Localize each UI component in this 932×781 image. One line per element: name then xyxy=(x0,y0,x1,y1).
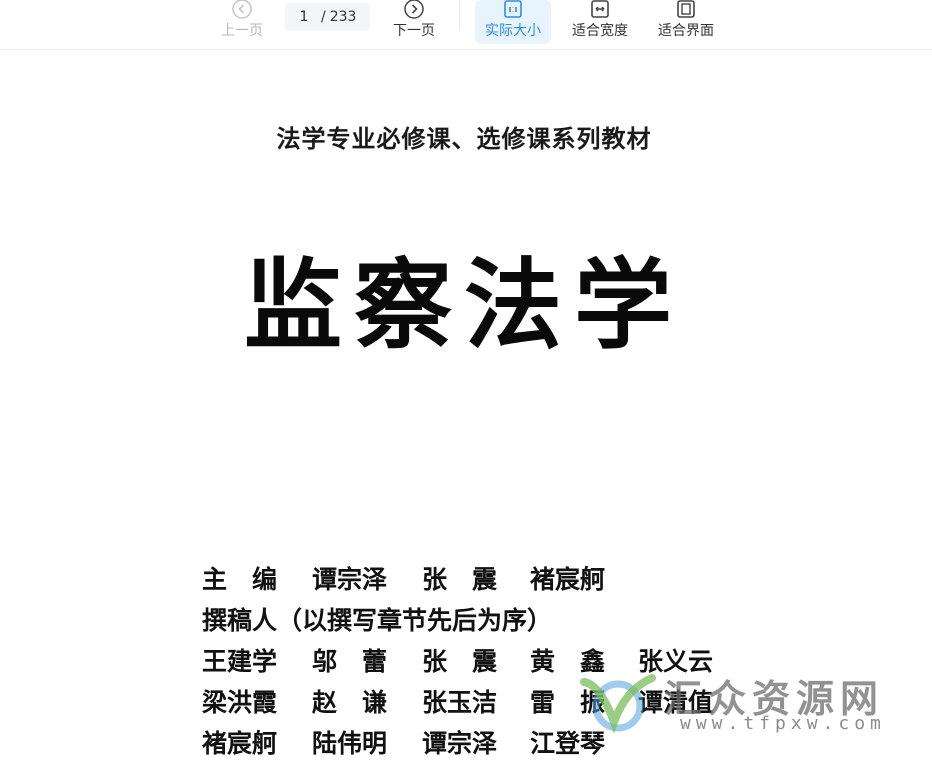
credit-line-writers-heading: 撰稿人（以撰写章节先后为序） xyxy=(202,603,762,644)
credit-heading: 撰稿人（以撰写章节先后为序） xyxy=(202,606,553,635)
fit-screen-button[interactable]: 适合界面 xyxy=(650,0,722,44)
pdf-toolbar: 上一页 / 233 下一页 实际大小 适合宽度 适合界面 xyxy=(0,0,932,50)
series-title: 法学专业必修课、选修课系列教材 xyxy=(276,125,652,153)
watermark-logo-icon xyxy=(580,674,656,734)
fit-screen-icon xyxy=(677,0,695,18)
actual-size-button[interactable]: 实际大小 xyxy=(475,0,551,44)
actual-size-label: 实际大小 xyxy=(485,23,541,39)
next-page-button[interactable]: 下一页 xyxy=(386,0,442,44)
credit-name: 谭宗泽 xyxy=(312,565,388,594)
credit-name: 张 震 xyxy=(422,565,498,594)
credit-name: 张玉洁 xyxy=(422,688,498,717)
watermark-url: www.tfpxw.com xyxy=(680,713,886,734)
prev-page-button[interactable]: 上一页 xyxy=(214,0,270,44)
credit-name: 王建学 xyxy=(202,647,278,676)
fit-width-button[interactable]: 适合宽度 xyxy=(564,0,636,44)
chevron-left-circle-icon xyxy=(232,0,252,19)
credit-name: 梁洪霞 xyxy=(202,688,278,717)
credit-line-editors: 主 编 谭宗泽 张 震 褚宸舸 xyxy=(202,562,762,603)
page-number-input[interactable] xyxy=(285,5,323,29)
next-page-label: 下一页 xyxy=(393,23,435,39)
credit-name: 陆伟明 xyxy=(312,729,388,758)
page-separator: / xyxy=(321,9,326,25)
fit-width-icon xyxy=(591,0,609,18)
actual-size-icon xyxy=(504,0,522,18)
credit-name: 褚宸舸 xyxy=(530,565,606,594)
prev-page-label: 上一页 xyxy=(221,23,263,39)
toolbar-divider xyxy=(459,0,460,28)
site-watermark: 汇众资源网 www.tfpxw.com xyxy=(578,666,898,746)
fit-width-label: 适合宽度 xyxy=(572,23,628,39)
book-title: 监察法学 xyxy=(244,248,685,363)
total-pages: 233 xyxy=(329,9,357,25)
credit-name: 褚宸舸 xyxy=(202,729,278,758)
credit-name: 张 震 xyxy=(422,647,498,676)
credit-name: 邬 蕾 xyxy=(312,647,388,676)
credit-role: 主 编 xyxy=(202,565,278,594)
fit-screen-label: 适合界面 xyxy=(658,23,714,39)
page-indicator: / 233 xyxy=(285,3,370,31)
credit-name: 赵 谦 xyxy=(312,688,388,717)
credit-name: 谭宗泽 xyxy=(422,729,498,758)
chevron-right-circle-icon xyxy=(404,0,424,19)
